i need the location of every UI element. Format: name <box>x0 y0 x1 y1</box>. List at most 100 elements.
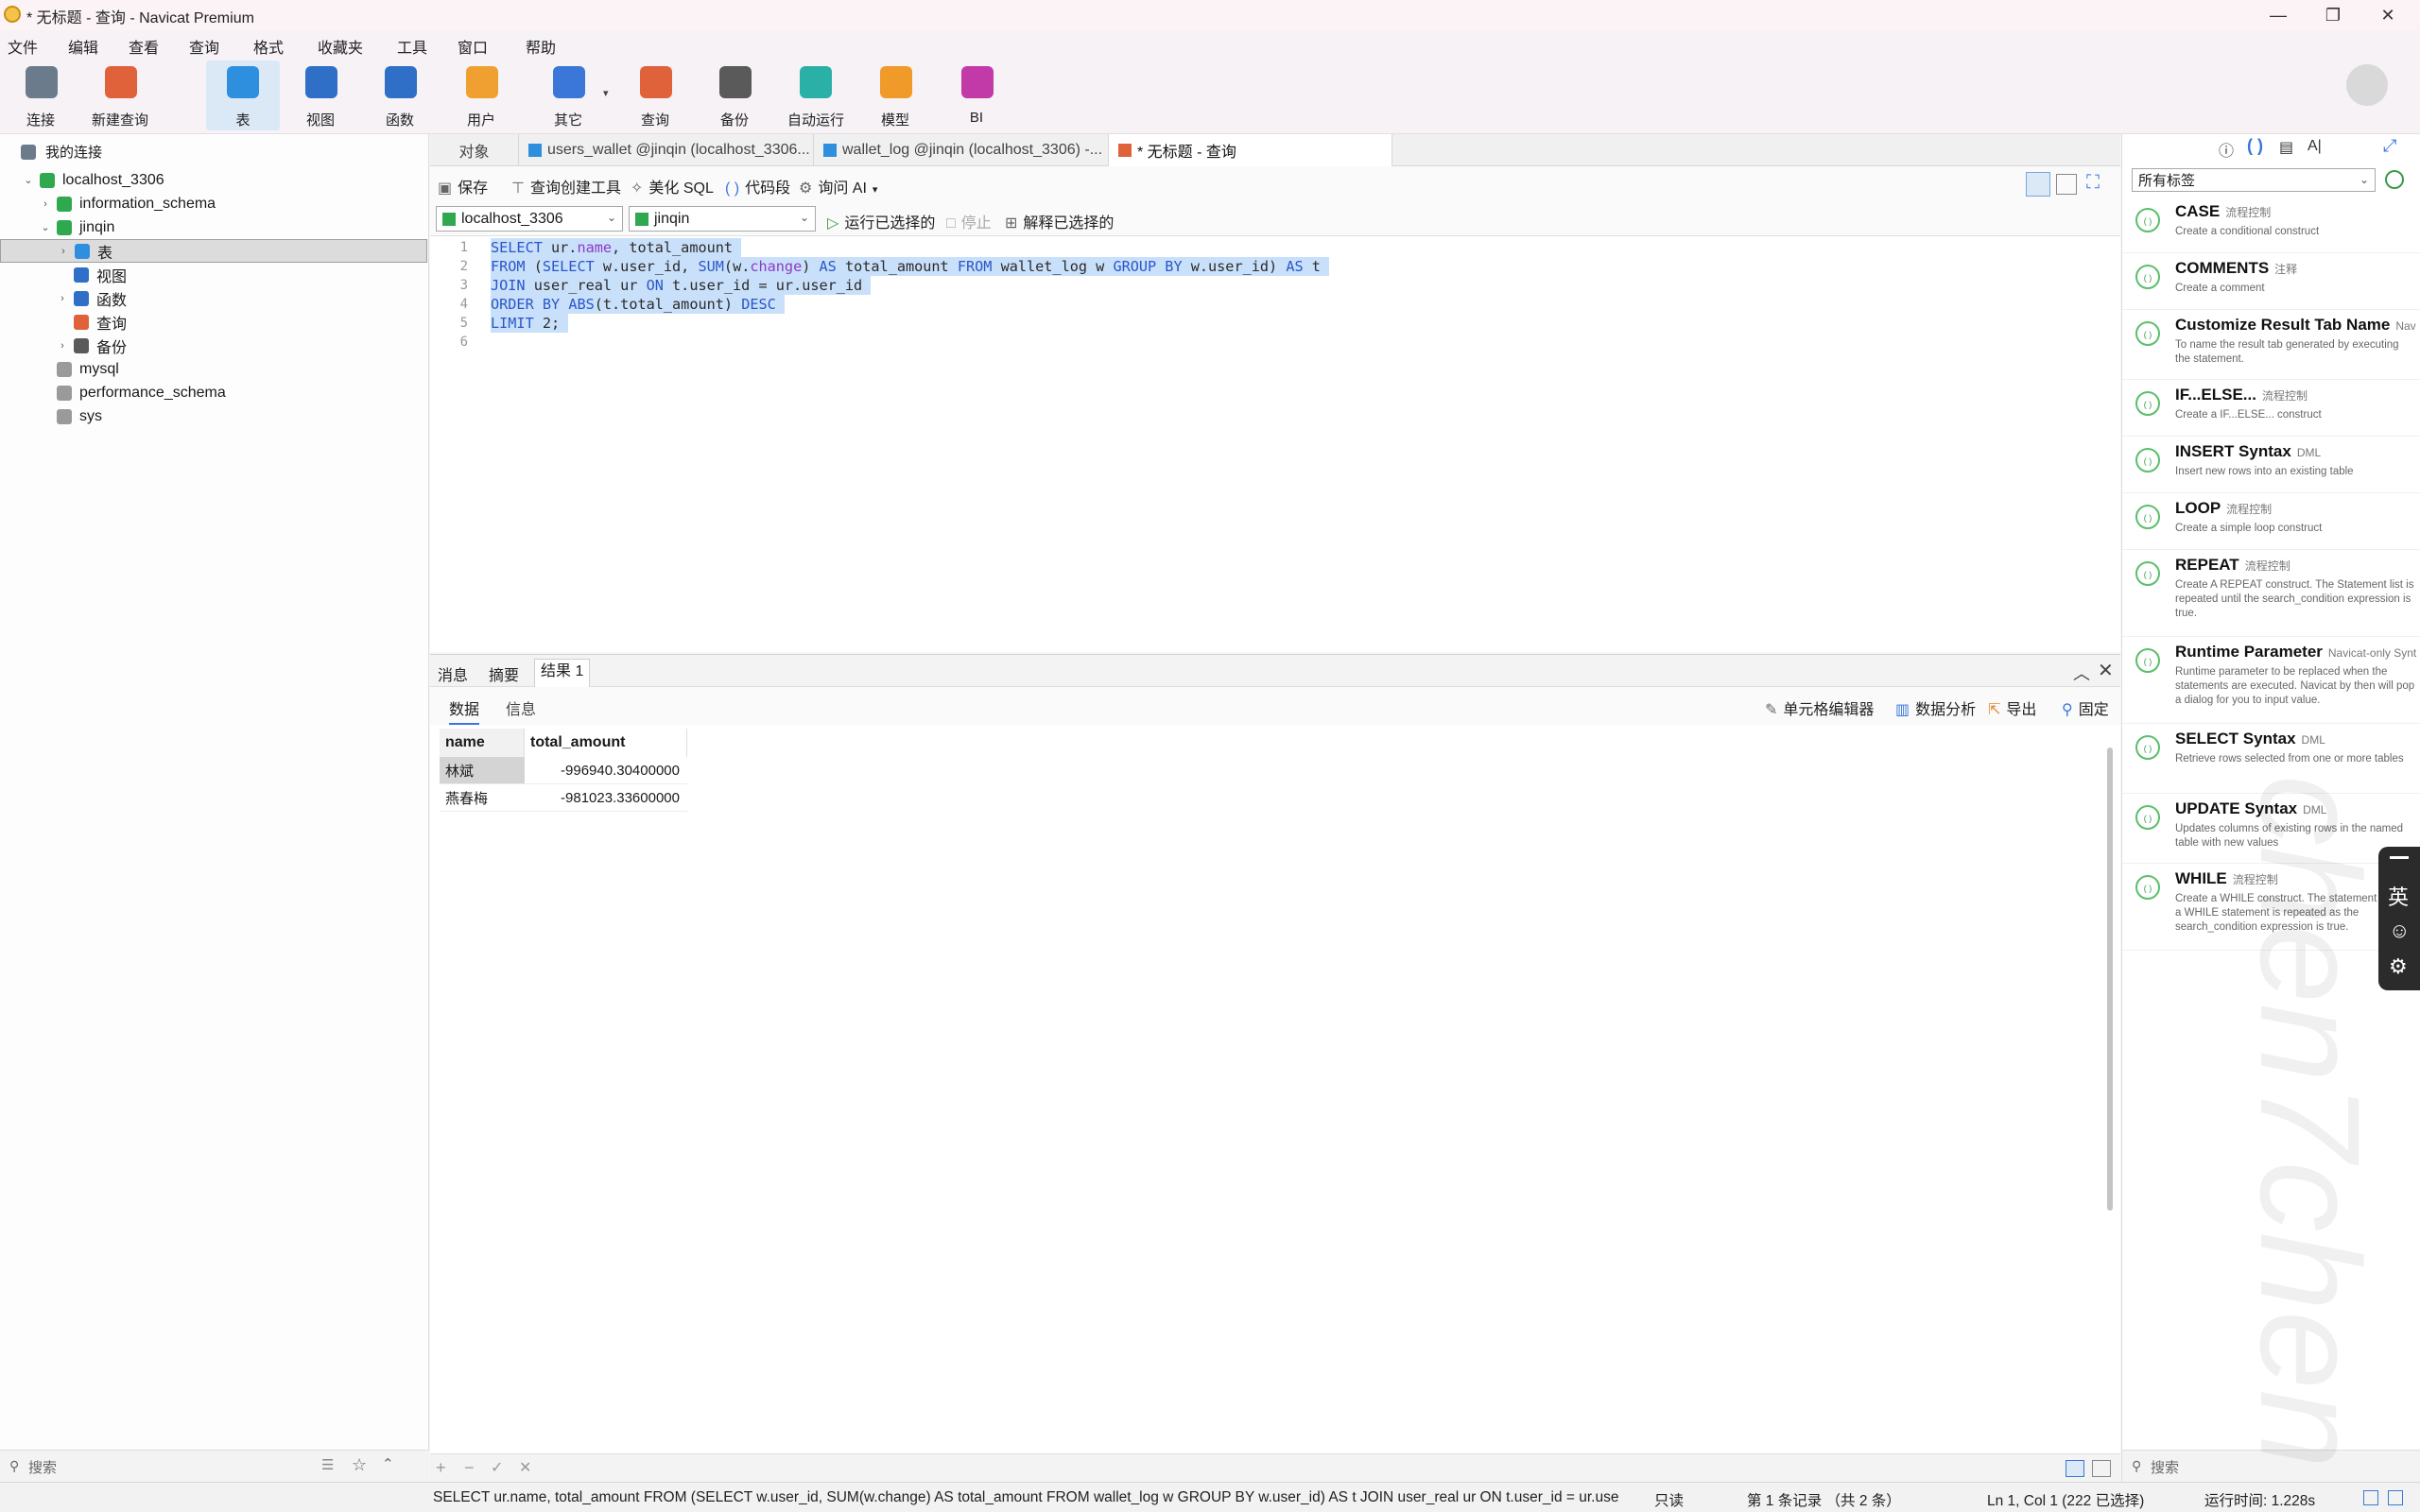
tab-messages[interactable]: 消息 <box>438 662 468 685</box>
toolbar-query-button[interactable]: 查询 <box>622 60 688 130</box>
results-scrollbar[interactable] <box>2107 747 2113 1211</box>
star-icon[interactable]: ☆ <box>352 1455 367 1475</box>
sql-editor[interactable]: 1 2 3 4 5 6 SELECT ur.name, total_amount… <box>430 236 2120 652</box>
toolbar-automation-button[interactable]: 自动运行 <box>781 60 851 130</box>
menu-file[interactable]: 文件 <box>8 35 38 58</box>
close-icon[interactable]: ✕ <box>2098 659 2114 682</box>
code-snippet-button[interactable]: ( ) 代码段 <box>725 175 790 198</box>
snippet-item[interactable]: ( ) REPEAT 流程控制 Create A REPEAT construct. … <box>2122 550 2420 637</box>
expand-arrow-icon[interactable]: ⌄ <box>38 221 53 233</box>
tree-item[interactable]: › 表 <box>0 239 427 263</box>
menu-help[interactable]: 帮助 <box>526 35 556 58</box>
toolbar-backup-button[interactable]: 备份 <box>701 60 768 130</box>
layout-left-icon[interactable] <box>2363 1490 2378 1505</box>
tree-item[interactable]: › 函数 <box>0 286 427 310</box>
expand-arrow-icon[interactable]: › <box>55 340 70 352</box>
form-view-icon[interactable] <box>2092 1460 2111 1477</box>
menu-edit[interactable]: 编辑 <box>68 35 98 58</box>
tag-filter-select[interactable]: 所有标签 ⌄ <box>2132 168 2376 192</box>
tab-users-wallet[interactable]: users_wallet @jinqin (localhost_3306... <box>519 134 814 166</box>
tree-item[interactable]: 查询 <box>0 310 427 334</box>
save-button[interactable]: ▣ 保存 <box>438 175 488 198</box>
ai-icon[interactable]: A| <box>2308 138 2322 155</box>
ime-language-toggle[interactable]: 英 <box>2388 881 2409 911</box>
layout-right-icon[interactable] <box>2388 1490 2403 1505</box>
discard-icon[interactable]: ✕ <box>519 1458 531 1477</box>
expand-arrow-icon[interactable]: › <box>55 293 70 304</box>
tree-item[interactable]: › 备份 <box>0 334 427 357</box>
toolbar-view-button[interactable]: 视图 <box>287 60 354 130</box>
my-connections-header[interactable]: 我的连接 <box>21 142 102 162</box>
collapse-icon[interactable]: ⌃ <box>382 1455 394 1472</box>
menu-query[interactable]: 查询 <box>189 35 219 58</box>
expand-arrow-icon[interactable]: ⌄ <box>21 174 36 186</box>
chevron-down-icon[interactable]: ▾ <box>603 87 609 99</box>
table-cell[interactable]: 燕春梅 <box>440 784 525 812</box>
settings-icon[interactable]: ⚙ <box>2389 954 2408 979</box>
drag-handle-icon[interactable] <box>2390 856 2409 859</box>
snippet-item[interactable]: ( ) LOOP 流程控制 Create a simple loop construc… <box>2122 493 2420 550</box>
run-selected-button[interactable]: ▷ 运行已选择的 <box>827 210 935 232</box>
tree-item[interactable]: ⌄ jinqin <box>0 215 427 239</box>
menu-tools[interactable]: 工具 <box>397 35 427 58</box>
info-icon[interactable]: ⓘ <box>2219 138 2234 161</box>
beautify-sql-button[interactable]: ✧ 美化 SQL <box>631 175 714 198</box>
menu-format[interactable]: 格式 <box>253 35 284 58</box>
toolbar-bi-button[interactable]: BI <box>943 60 1010 130</box>
query-builder-button[interactable]: ⊤ 查询创建工具 <box>511 175 621 198</box>
snippet-item[interactable]: ( ) INSERT Syntax DML Insert new rows into … <box>2122 437 2420 493</box>
database-select[interactable]: jinqin ⌄ <box>629 206 816 232</box>
apply-icon[interactable]: ✓ <box>491 1458 503 1477</box>
expand-arrow-icon[interactable]: › <box>56 246 71 257</box>
snippet-item[interactable]: ( ) Customize Result Tab Name Nav To name t… <box>2122 310 2420 380</box>
filter-icon[interactable]: ☰ <box>321 1456 334 1473</box>
stop-button[interactable]: □ 停止 <box>946 210 992 232</box>
delete-row-icon[interactable]: − <box>464 1458 475 1478</box>
fullscreen-icon[interactable]: ⛶ <box>2086 172 2100 194</box>
subtab-info[interactable]: 信息 <box>506 696 536 719</box>
tab-summary[interactable]: 摘要 <box>489 662 519 685</box>
menu-favorites[interactable]: 收藏夹 <box>318 35 363 58</box>
table-cell[interactable]: 林斌 <box>440 757 525 784</box>
snippet-search-input[interactable]: 搜索 <box>2151 1457 2179 1477</box>
layout-vertical-icon[interactable] <box>2056 174 2077 195</box>
column-header[interactable]: total_amount <box>525 729 687 757</box>
snippet-item[interactable]: ( ) IF...ELSE... 流程控制 Create a IF...ELSE...… <box>2122 380 2420 437</box>
snippet-icon[interactable]: ( ) <box>2247 136 2263 156</box>
add-row-icon[interactable]: + <box>436 1458 446 1478</box>
tab-untitled-query[interactable]: * 无标题 - 查询 <box>1109 134 1392 166</box>
ask-ai-button[interactable]: ⚙ 询问 AI ▾ <box>799 175 877 198</box>
toolbar-user-button[interactable]: 用户 <box>448 60 514 130</box>
grid-view-icon[interactable] <box>2066 1460 2084 1477</box>
export-button[interactable]: ⇱ 导出 <box>1988 696 2036 719</box>
column-header[interactable]: name <box>440 729 525 757</box>
chevron-up-icon[interactable]: ︿ <box>2073 661 2090 685</box>
tab-objects[interactable]: 对象 <box>430 134 519 166</box>
nav-search-input[interactable]: 搜索 <box>28 1457 57 1477</box>
tree-item[interactable]: performance_schema <box>0 381 427 404</box>
menu-window[interactable]: 窗口 <box>458 35 488 58</box>
maximize-button[interactable]: ❐ <box>2307 0 2360 30</box>
data-analysis-button[interactable]: ▥ 数据分析 <box>1895 696 1976 719</box>
tab-result-1[interactable]: 结果 1 <box>534 659 591 687</box>
pin-button[interactable]: ⚲ 固定 <box>2062 696 2109 719</box>
tree-item[interactable]: mysql <box>0 357 427 381</box>
avatar[interactable] <box>2346 64 2388 106</box>
tab-wallet-log[interactable]: wallet_log @jinqin (localhost_3306) -... <box>814 134 1109 166</box>
tree-item[interactable]: › information_schema <box>0 192 427 215</box>
toolbar-model-button[interactable]: 模型 <box>862 60 928 130</box>
tree-item[interactable]: 视图 <box>0 263 427 286</box>
tree-item[interactable]: ⌄ localhost_3306 <box>0 168 427 192</box>
explain-selected-button[interactable]: ⊞ 解释已选择的 <box>1005 210 1114 232</box>
menu-view[interactable]: 查看 <box>129 35 159 58</box>
expand-icon[interactable]: ⤢ <box>2383 136 2396 156</box>
toolbar-table-button[interactable]: 表 <box>206 60 280 130</box>
toolbar-new-query-button[interactable]: 新建查询 <box>87 60 153 130</box>
minimize-button[interactable]: — <box>2252 0 2305 30</box>
subtab-data[interactable]: 数据 <box>449 696 480 725</box>
snippet-item[interactable]: ( ) COMMENTS 注释 Create a comment <box>2122 253 2420 310</box>
tree-item[interactable]: sys <box>0 404 427 428</box>
emoji-icon[interactable]: ☺ <box>2389 919 2410 943</box>
toolbar-other-button[interactable]: 其它 <box>535 60 601 130</box>
snippet-item[interactable]: ( ) CASE 流程控制 Create a conditional construc… <box>2122 197 2420 253</box>
